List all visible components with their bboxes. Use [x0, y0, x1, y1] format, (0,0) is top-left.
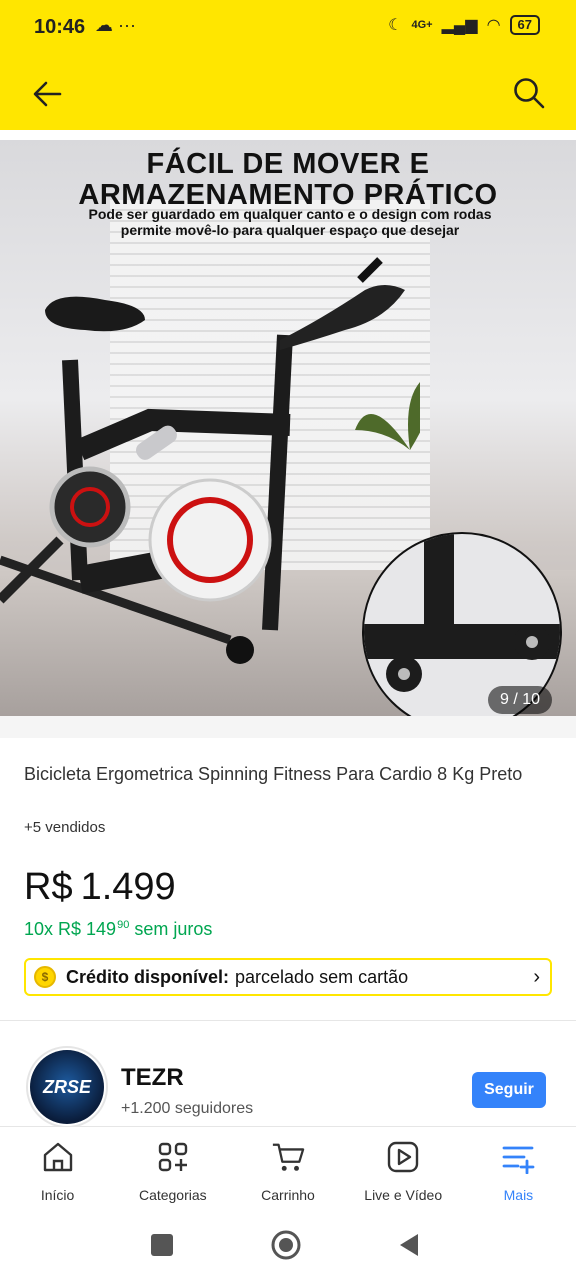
nav-item-cart[interactable]: Carrinho: [230, 1127, 345, 1220]
credit-label-bold: Crédito disponível:: [66, 966, 230, 987]
coin-icon: $: [34, 966, 56, 988]
back-button: [400, 1234, 418, 1256]
price-currency: R$: [24, 866, 73, 908]
nav-item-home[interactable]: Início: [0, 1127, 115, 1220]
arrow-left-icon[interactable]: [30, 78, 66, 110]
status-time: 10:46: [34, 16, 86, 38]
divider: [0, 1020, 576, 1021]
section-divider: [0, 716, 576, 738]
seller-logo-text: ZRSE: [42, 1076, 91, 1097]
nav-item-more[interactable]: Mais: [461, 1127, 576, 1220]
installments-amount: 10x R$ 149: [24, 919, 117, 939]
moon-icon: ☾: [388, 17, 403, 34]
product-price: R$ 1.499: [24, 866, 176, 909]
sold-count: +5 vendidos: [24, 819, 106, 836]
seller-logo: ZRSE: [30, 1050, 104, 1124]
gallery-headline-line1: FÁCIL DE MOVER E: [146, 148, 430, 180]
system-navigation: [0, 1220, 576, 1280]
nav-label-more: Mais: [503, 1187, 534, 1203]
status-icons: ☾ 4G+ ▂▄▆ ◠ 67: [388, 15, 540, 35]
seller-name[interactable]: TEZR: [121, 1064, 184, 1092]
nav-item-live-video[interactable]: Live e Vídeo: [346, 1127, 461, 1220]
home-icon: [41, 1139, 75, 1175]
gallery-subline: Pode ser guardado em qualquer canto e o …: [88, 206, 492, 238]
nav-label-cart: Carrinho: [261, 1187, 315, 1203]
installments-cents: 90: [117, 919, 130, 931]
notification-icons: ☁ ···: [95, 15, 136, 35]
status-bar: 10:46 ☁ ··· ☾ 4G+ ▂▄▆ ◠ 67: [0, 0, 576, 58]
search-icon[interactable]: [512, 76, 546, 110]
nav-label-categories: Categorias: [138, 1187, 207, 1203]
price-value: 1.499: [80, 866, 176, 908]
header: [0, 58, 576, 130]
recent-apps-button: [151, 1234, 173, 1256]
gallery-headline: FÁCIL DE MOVER E ARMAZENAMENTO PRÁTICO: [0, 148, 576, 212]
cart-icon: [271, 1139, 305, 1175]
nav-label-live-video: Live e Vídeo: [364, 1187, 443, 1203]
bike-illustration: [0, 257, 420, 664]
chevron-right-icon: ›: [533, 966, 540, 988]
categories-icon: [156, 1139, 190, 1175]
product-title: Bicicleta Ergometrica Spinning Fitness P…: [24, 764, 523, 784]
battery-icon: 67: [509, 15, 540, 35]
credit-label: parcelado sem cartão: [235, 966, 409, 987]
seller-avatar[interactable]: ZRSE: [26, 1046, 108, 1128]
product-image-gallery[interactable]: FÁCIL DE MOVER E ARMAZENAMENTO PRÁTICO P…: [0, 140, 576, 716]
nav-label-home: Início: [40, 1187, 75, 1203]
wifi-icon: ◠: [486, 17, 501, 34]
installments-prefix: 10x R$ 14990: [24, 919, 129, 940]
signal-icon: ▂▄▆: [441, 17, 478, 34]
play-icon: [386, 1139, 420, 1175]
top-bar: 10:46 ☁ ··· ☾ 4G+ ▂▄▆ ◠ 67: [0, 0, 576, 130]
nav-item-categories[interactable]: Categorias: [115, 1127, 230, 1220]
signal-label: 4G+: [411, 19, 433, 31]
credit-banner[interactable]: $ Crédito disponível: parcelado sem cart…: [24, 958, 552, 996]
bottom-navigation: Início Categorias Carrinho Live e Vídeo …: [0, 1126, 576, 1220]
installments-suffix: sem juros: [134, 919, 213, 939]
follow-button[interactable]: Seguir: [472, 1072, 546, 1108]
gallery-counter: 9 / 10: [487, 686, 552, 714]
menu-plus-icon: [501, 1139, 535, 1175]
seller-followers: +1.200 seguidores: [121, 1100, 254, 1117]
installments: 10x R$ 14990 sem juros: [24, 919, 212, 940]
